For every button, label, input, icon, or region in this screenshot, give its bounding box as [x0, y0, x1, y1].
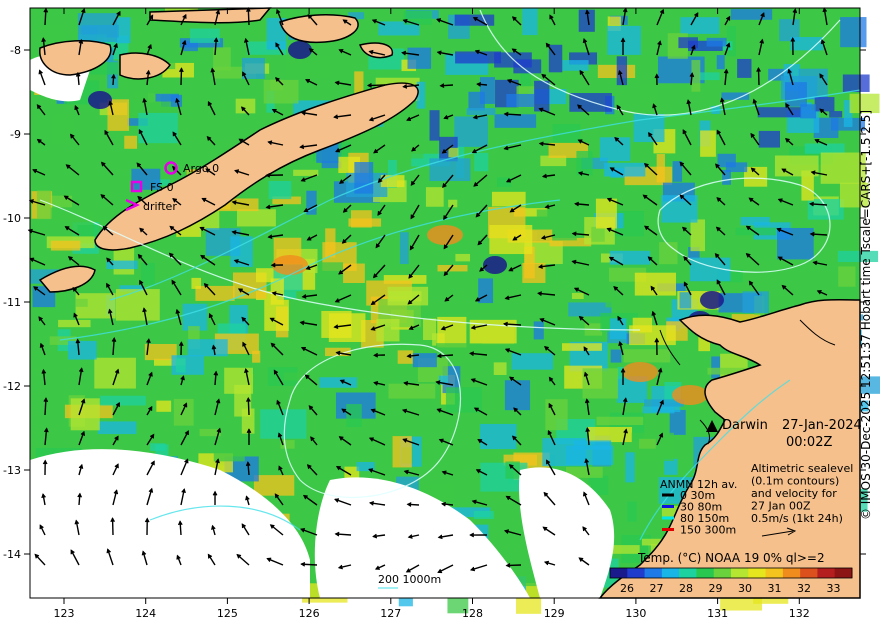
sst-map: 123 124 125 126 127 128 129 130 131 132 -8 -9 -10 -1…	[3, 7, 880, 620]
drifter-label: drifter	[143, 200, 177, 213]
argo-label: Argo 0	[183, 162, 219, 175]
colorbar-cell	[834, 568, 853, 578]
credit-text: © IMOS 30-Dec-2025 12:51:37 Hobart time …	[859, 109, 873, 521]
altimetry-note-line: (0.1m contours)	[751, 475, 839, 488]
altimetry-note-line: Altimetric sealevel	[751, 462, 853, 475]
depth-contour-label: 200 1000m	[378, 573, 441, 586]
colorbar-cell	[713, 568, 732, 578]
lat-tick-label: -14	[3, 548, 21, 561]
lon-tick-label: 127	[380, 607, 401, 620]
colorbar-tick-label: 31	[768, 582, 782, 595]
altimetry-note-line: 27 Jan 00Z	[751, 500, 811, 513]
lat-tick-label: -11	[3, 296, 21, 309]
colorbar-title: Temp. (°C) NOAA 19 0% ql>=2	[637, 551, 825, 565]
colorbar-cell	[782, 568, 801, 578]
altimetry-note-line: and velocity for	[751, 487, 837, 500]
city-label: Darwin	[722, 418, 768, 433]
lat-tick-label: -8	[10, 44, 21, 57]
colorbar-tick-label: 28	[679, 582, 693, 595]
colorbar-cell	[661, 568, 680, 578]
lat-tick-label: -9	[10, 128, 21, 141]
colorbar-tick-label: 33	[827, 582, 841, 595]
lon-tick-label: 123	[54, 607, 75, 620]
colorbar-cell	[731, 568, 749, 578]
colorbar-tick-label: 27	[650, 582, 664, 595]
lon-tick-label: 131	[707, 607, 728, 620]
lat-tick-label: -10	[3, 212, 21, 225]
colorbar-tick-label: 26	[620, 582, 634, 595]
lat-tick-label: -13	[3, 464, 21, 477]
colorbar-cell	[644, 568, 663, 578]
colorbar-tick-label: 29	[709, 582, 723, 595]
colorbar-tick-label: 30	[738, 582, 752, 595]
lon-tick-label: 130	[625, 607, 646, 620]
lat-tick-label: -12	[3, 380, 21, 393]
lon-tick-label: 126	[299, 607, 320, 620]
anmn-item-label: 150 300m	[680, 524, 736, 537]
lon-tick-label: 125	[217, 607, 238, 620]
colorbar-cell	[696, 568, 715, 578]
colorbar-cell	[817, 568, 836, 578]
lon-tick-label: 129	[544, 607, 565, 620]
fs-label: FS 0	[150, 181, 174, 194]
colorbar-cell	[765, 568, 784, 578]
colorbar-cell	[748, 568, 767, 578]
lon-tick-label: 132	[789, 607, 810, 620]
colorbar-cell	[627, 568, 646, 578]
colorbar-tick-label: 32	[797, 582, 811, 595]
colorbar-cell	[610, 568, 628, 578]
colorbar-cell	[800, 568, 818, 578]
altimetry-note-line: 0.5m/s (1kt 24h)	[751, 512, 843, 525]
date-label: 27-Jan-2024	[782, 418, 862, 433]
colorbar-cell	[679, 568, 697, 578]
lon-tick-label: 128	[462, 607, 483, 620]
lon-tick-label: 124	[135, 607, 156, 620]
time-label: 00:02Z	[786, 435, 832, 450]
